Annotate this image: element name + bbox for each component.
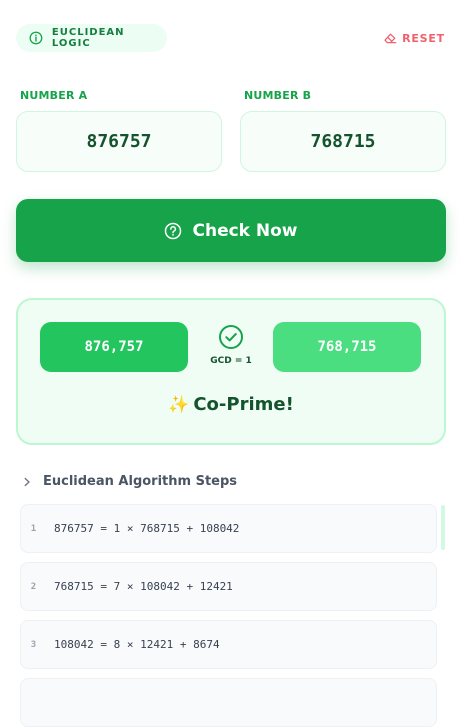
sparkles-icon: ✨ bbox=[168, 395, 190, 415]
result-card: 876,757 GCD = 1 768,715 ✨ Co-Prime! bbox=[16, 298, 446, 445]
step-equation: 876757 = 1 × 768715 + 108042 bbox=[54, 522, 240, 535]
step-equation: 768715 = 7 × 108042 + 12421 bbox=[54, 580, 233, 593]
check-circle-icon bbox=[219, 325, 243, 349]
number-a-input[interactable]: 876757 bbox=[16, 111, 222, 172]
badge-label: EUCLIDEAN LOGIC bbox=[51, 27, 125, 49]
steps-toggle[interactable]: Euclidean Algorithm Steps bbox=[22, 474, 237, 489]
step-index: 2 bbox=[30, 581, 37, 592]
check-now-label: Check Now bbox=[192, 220, 298, 241]
step-index: 3 bbox=[30, 639, 37, 650]
step-row: 3 108042 = 8 × 12421 + 8674 bbox=[20, 620, 437, 669]
step-index: 1 bbox=[30, 523, 37, 534]
eraser-icon bbox=[384, 33, 397, 44]
scrollbar-thumb[interactable] bbox=[441, 505, 445, 550]
number-b-label: NUMBER B bbox=[244, 89, 312, 102]
steps-title: Euclidean Algorithm Steps bbox=[43, 474, 238, 489]
number-a-label: NUMBER A bbox=[20, 89, 88, 102]
step-equation: 108042 = 8 × 12421 + 8674 bbox=[54, 638, 220, 651]
check-now-button[interactable]: Check Now bbox=[16, 199, 446, 262]
question-circle-icon bbox=[165, 222, 182, 239]
step-row: 1 876757 = 1 × 768715 + 108042 bbox=[20, 504, 437, 553]
gcd-value: GCD = 1 bbox=[210, 356, 252, 366]
step-row: 2 768715 = 7 × 108042 + 12421 bbox=[20, 562, 437, 611]
number-b-input[interactable]: 768715 bbox=[240, 111, 446, 172]
number-a-display: 876,757 bbox=[40, 322, 188, 372]
number-b-display: 768,715 bbox=[273, 322, 421, 372]
info-icon bbox=[29, 31, 43, 45]
reset-label: RESET bbox=[402, 31, 445, 45]
verdict: ✨ Co-Prime! bbox=[18, 394, 444, 415]
chevron-right-icon bbox=[24, 477, 30, 486]
gcd-indicator: GCD = 1 bbox=[206, 324, 256, 366]
verdict-text: Co-Prime! bbox=[193, 394, 294, 415]
step-row bbox=[20, 678, 437, 727]
reset-button[interactable]: RESET bbox=[383, 30, 445, 46]
mode-badge: EUCLIDEAN LOGIC bbox=[16, 24, 167, 52]
